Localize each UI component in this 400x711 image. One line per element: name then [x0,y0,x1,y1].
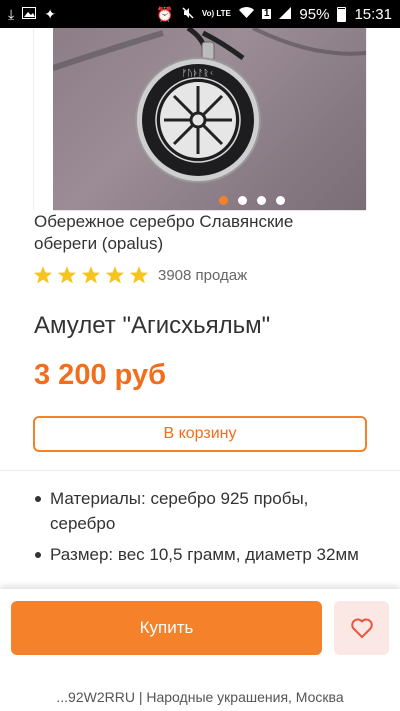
sparkle-icon: ✦ [44,6,56,22]
status-bar-left: ⤓ ✦ [8,7,56,21]
mute-icon [182,7,194,21]
star-icon [105,266,125,284]
sales-count: 3908 продаж [158,266,248,284]
signal-icon [279,7,292,21]
star-icon [33,266,53,284]
carousel-dot[interactable] [238,196,247,205]
carousel-dot[interactable] [257,196,266,205]
star-icon [129,266,149,284]
network-type-label: Vo) LTE [201,9,231,18]
star-icon [57,266,77,284]
divider [0,470,400,471]
product-title: Амулет "Агисхьяльм" [34,312,271,339]
rating: 3908 продаж [33,265,247,285]
pendant-illustration: ᚠᚢᚦᚨᚱᚲ [53,28,366,183]
star-icon [81,266,101,284]
alarm-icon: ⏰ [156,6,174,22]
carousel-dot[interactable] [219,196,228,205]
clock: 15:31 [354,5,392,23]
carousel-dots [219,196,285,205]
download-icon: ⤓ [8,6,15,22]
product-image[interactable]: ᚠᚢᚦᚨᚱᚲ [53,28,366,211]
status-bar-right: ⏰ Vo) LTE 1 95% 15:31 [156,6,392,23]
svg-text:ᚠᚢᚦᚨᚱᚲ: ᚠᚢᚦᚨᚱᚲ [182,68,214,78]
carousel-dot[interactable] [276,196,285,205]
product-price: 3 200 руб [34,359,167,391]
shop-name-link[interactable]: Обережное серебро Славянские обереги (op… [34,211,354,255]
status-bar: ⤓ ✦ ⏰ Vo) LTE 1 95% 15:31 [0,0,400,28]
buy-button[interactable]: Купить [11,601,322,655]
battery-percent: 95% [299,5,330,23]
spec-size: Размер: вес 10,5 грамм, диаметр 32мм [34,542,364,567]
image-icon [22,7,37,21]
product-specs: Материалы: серебро 925 пробы, серебро Ра… [34,486,364,573]
bottom-action-bar: Купить ...92W2RRU | Народные украшения, … [0,589,400,711]
wifi-icon [238,7,254,21]
add-to-cart-button[interactable]: В корзину [33,416,367,452]
sim-badge: 1 [261,8,272,19]
spec-materials: Материалы: серебро 925 пробы, серебро [34,486,364,536]
battery-icon [337,6,347,22]
footer-shop-info[interactable]: ...92W2RRU | Народные украшения, Москва [0,689,400,705]
heart-icon [350,618,373,638]
favorite-button[interactable] [334,601,389,655]
